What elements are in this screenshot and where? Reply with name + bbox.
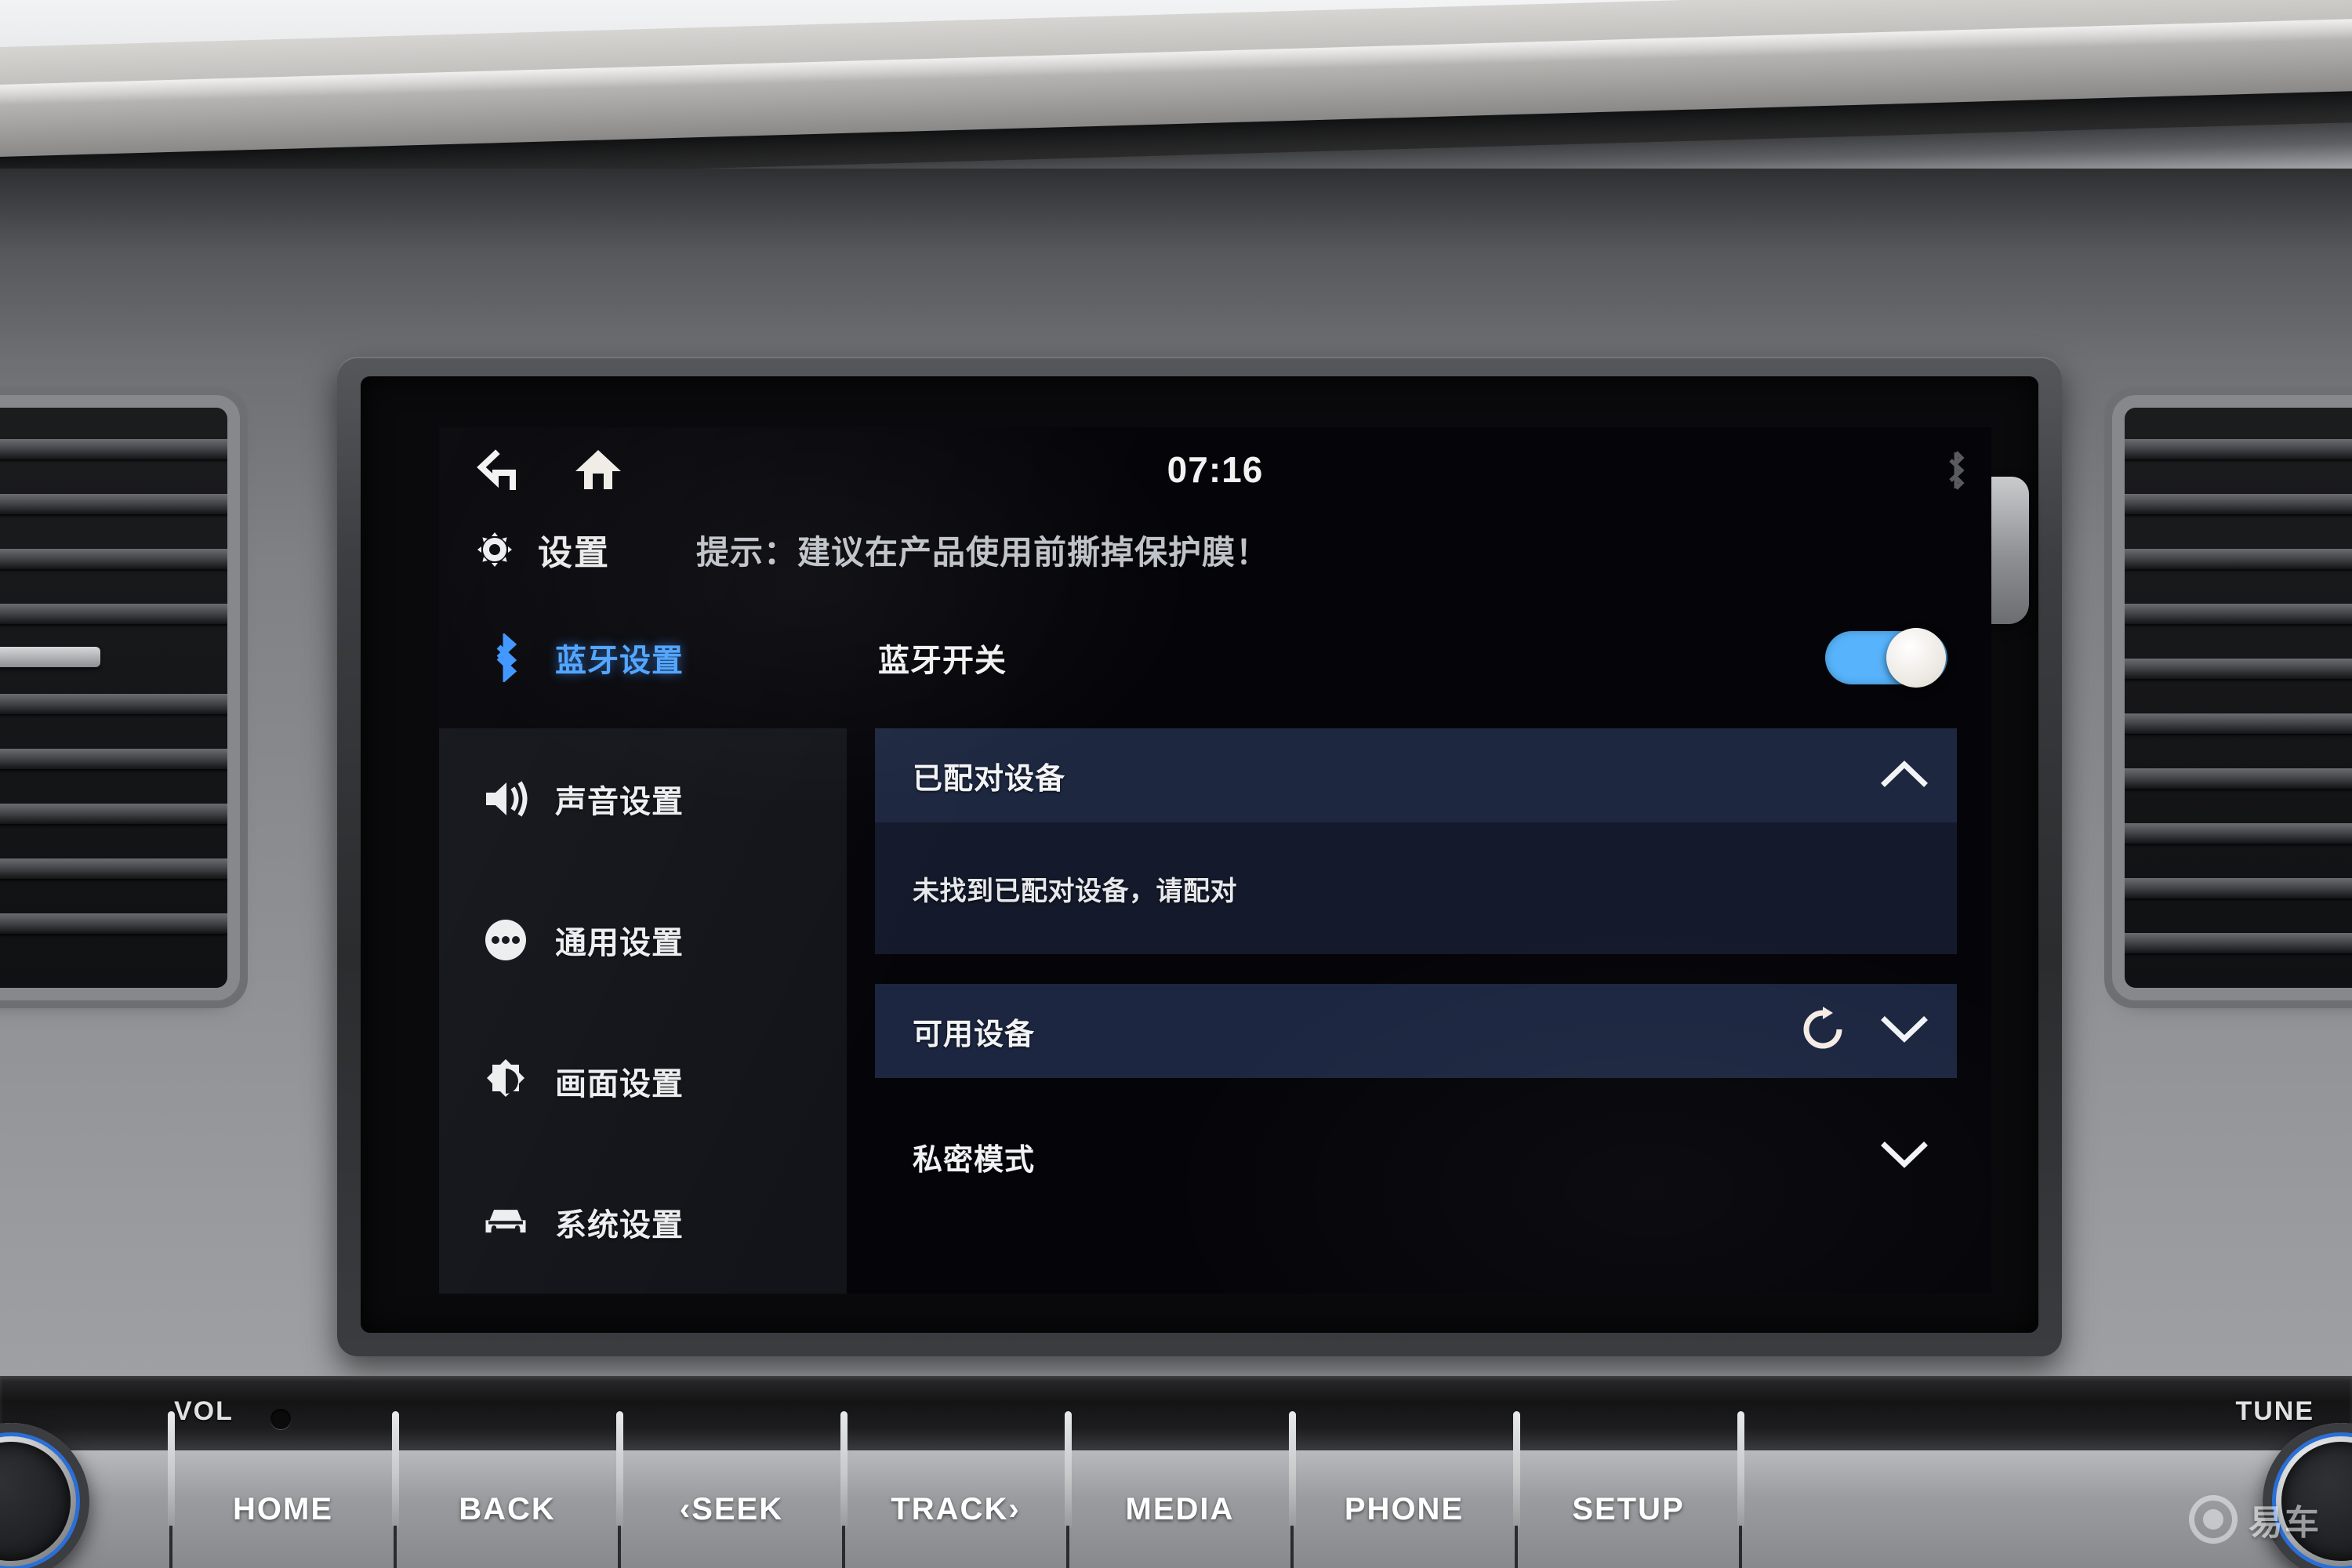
button-divider [1510, 1411, 1523, 1568]
tune-label: TUNE [2235, 1396, 2314, 1426]
button-divider [1062, 1411, 1074, 1568]
toggle-knob [1886, 628, 1946, 688]
button-divider [1734, 1411, 1747, 1568]
sidebar-item-label: 声音设置 [555, 785, 684, 819]
hard-button-row: HOME BACK ‹SEEK TRACK› MEDIA PHONE SETUP [0, 1411, 2352, 1568]
device-panels: 已配对设备 未找到已配对设备，请配对 可用设备 私密模式 [847, 728, 1991, 1203]
sidebar-item-bluetooth[interactable]: 蓝牙设置 [439, 587, 847, 728]
vol-label: VOL [174, 1396, 234, 1426]
hard-button-bar: HOME BACK ‹SEEK TRACK› MEDIA PHONE SETUP [0, 1411, 2352, 1568]
speaker-icon [483, 776, 528, 822]
air-vent-left[interactable] [0, 408, 227, 988]
vent-knob-left[interactable] [0, 647, 100, 667]
paired-devices-empty-text: 未找到已配对设备，请配对 [913, 876, 1237, 906]
settings-sidebar: 蓝牙设置 声音设置 通用设置 画面设置 系统设置 [439, 587, 847, 1294]
refresh-icon[interactable] [1800, 1006, 1846, 1056]
sidebar-item-label: 通用设置 [555, 926, 684, 960]
button-divider [1286, 1411, 1298, 1568]
air-vent-right[interactable] [2125, 408, 2352, 988]
status-bar: 07:16 [439, 427, 1991, 512]
private-mode-label: 私密模式 [913, 1143, 1036, 1177]
control-strip: VOL TUNE [0, 1376, 2352, 1450]
hard-button-phone[interactable]: PHONE [1298, 1450, 1510, 1568]
bluetooth-switch-row[interactable]: 蓝牙开关 [847, 587, 1991, 728]
button-divider [613, 1411, 626, 1568]
brightness-icon [483, 1058, 528, 1104]
car-dashboard-photo: 07:16 设置 提示：建议在产品使用前撕掉保护膜！ 蓝牙设置 声音设置 通用设… [0, 0, 2352, 1568]
tip-message: 提示：建议在产品使用前撕掉保护膜！ [696, 533, 1270, 571]
chevron-up-icon[interactable] [1880, 758, 1929, 793]
hard-button-track[interactable]: TRACK› [850, 1450, 1062, 1568]
sidebar-item-label: 画面设置 [555, 1067, 684, 1102]
ellipsis-circle-icon [483, 917, 528, 963]
clock: 07:16 [1167, 449, 1264, 490]
hard-button-back[interactable]: BACK [401, 1450, 613, 1568]
available-devices-label: 可用设备 [913, 1018, 1036, 1051]
home-icon[interactable] [574, 448, 622, 492]
bluetooth-icon [483, 633, 528, 682]
chevron-down-icon[interactable] [1880, 1014, 1929, 1049]
sidebar-item-general[interactable]: 通用设置 [439, 869, 847, 1011]
infotainment-screen[interactable]: 07:16 设置 提示：建议在产品使用前撕掉保护膜！ 蓝牙设置 声音设置 通用设… [439, 427, 1991, 1294]
page-title-row: 设置 提示：建议在产品使用前撕掉保护膜！ [439, 512, 1991, 587]
sidebar-item-label: 蓝牙设置 [555, 644, 684, 678]
button-divider [837, 1411, 850, 1568]
available-devices-header[interactable]: 可用设备 [875, 984, 1957, 1078]
car-icon [483, 1200, 528, 1245]
sidebar-item-label: 系统设置 [555, 1208, 684, 1243]
hard-button-setup[interactable]: SETUP [1523, 1450, 1734, 1568]
bluetooth-toggle[interactable] [1825, 628, 1947, 688]
button-divider [165, 1411, 177, 1568]
paired-devices-empty: 未找到已配对设备，请配对 [875, 822, 1957, 954]
sidebar-item-sound[interactable]: 声音设置 [439, 728, 847, 869]
gear-icon [472, 527, 517, 572]
microphone-hole [270, 1409, 291, 1429]
hard-button-seek[interactable]: ‹SEEK [626, 1450, 837, 1568]
back-arrow-icon[interactable] [477, 449, 525, 490]
private-mode-row[interactable]: 私密模式 [875, 1109, 1957, 1203]
hard-button-home[interactable]: HOME [177, 1450, 389, 1568]
bluetooth-icon [1943, 449, 1969, 490]
hard-button-media[interactable]: MEDIA [1074, 1450, 1286, 1568]
settings-content: 蓝牙开关 已配对设备 未找到已配对设备，请配对 可用设备 私密模式 [847, 587, 1991, 1294]
sidebar-item-display[interactable]: 画面设置 [439, 1011, 847, 1152]
button-divider [389, 1411, 401, 1568]
page-title: 设置 [538, 534, 610, 572]
sidebar-item-system[interactable]: 系统设置 [439, 1152, 847, 1293]
paired-devices-header[interactable]: 已配对设备 [875, 728, 1957, 822]
bluetooth-switch-label: 蓝牙开关 [878, 644, 1007, 678]
paired-devices-label: 已配对设备 [913, 762, 1066, 796]
chevron-down-icon[interactable] [1880, 1139, 1929, 1174]
screen-body: 蓝牙设置 声音设置 通用设置 画面设置 系统设置 蓝牙开关 已配对设备 未找到已… [439, 587, 1991, 1294]
